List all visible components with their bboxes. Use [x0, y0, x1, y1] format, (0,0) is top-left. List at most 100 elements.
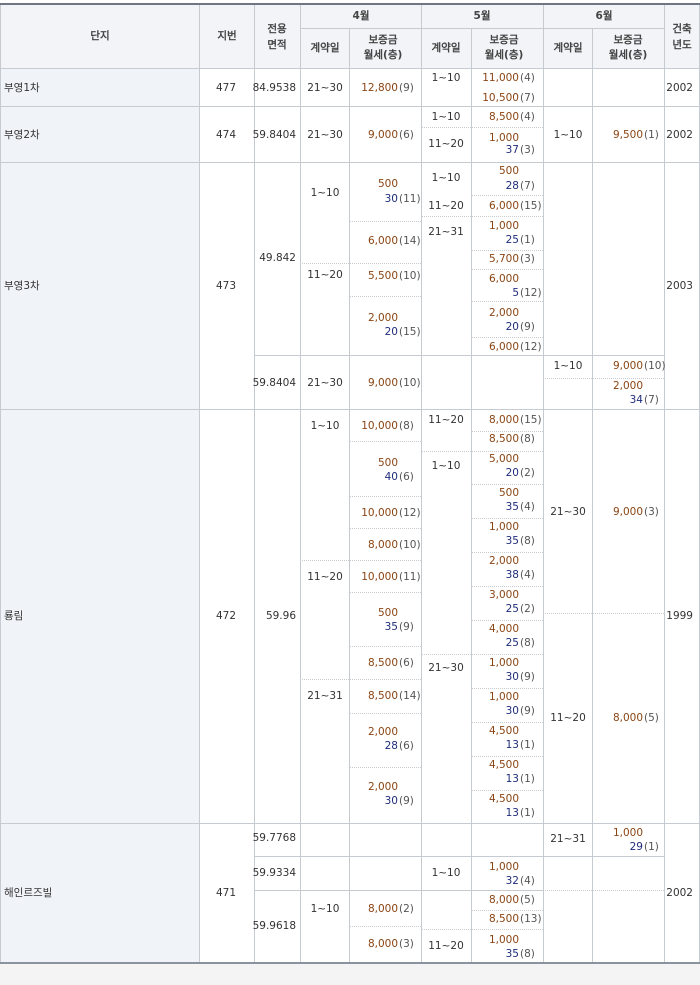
floor-number: (5) — [644, 712, 659, 724]
lot-number: 477 — [215, 82, 236, 94]
build-year: 2002 — [666, 887, 693, 899]
cell-border — [0, 409, 700, 410]
contract-day-range: 1~10 — [431, 172, 461, 184]
cell-border — [349, 926, 421, 927]
cell-border — [471, 688, 543, 689]
lot-number: 471 — [215, 887, 236, 899]
cell-border — [349, 221, 421, 222]
cell-border — [254, 355, 543, 356]
deposit-amount: 9,500 — [612, 129, 643, 141]
deposit-amount: 9,000 — [367, 377, 398, 389]
deposit-amount: 1,000 — [488, 657, 519, 669]
contract-day-range: 11~20 — [307, 269, 343, 281]
deposit-amount: 9,000 — [367, 129, 398, 141]
cell-border — [0, 68, 700, 69]
cell-border — [664, 3, 665, 963]
floor-number: (4) — [520, 569, 535, 581]
deposit-amount: 5,000 — [488, 453, 519, 465]
month-april-header: 4월 — [352, 10, 370, 22]
cell-border — [300, 28, 664, 29]
cell-border — [300, 263, 421, 264]
complex-name: 부영2차 — [4, 129, 40, 141]
cell-border — [543, 378, 664, 379]
lot-number: 473 — [215, 280, 236, 292]
deposit-amount: 2,000 — [367, 726, 398, 738]
deposit-amount: 1,000 — [488, 521, 519, 533]
floor-number: (1) — [520, 773, 535, 785]
cell-border — [349, 713, 421, 714]
monthly-rent: 37 — [505, 144, 519, 156]
contract-day-subheader: 계약일 — [553, 42, 583, 54]
floor-number: (6) — [399, 471, 414, 483]
cell-border — [421, 451, 543, 452]
contract-day-range: 1~10 — [310, 420, 340, 432]
cell-border — [471, 195, 543, 196]
cell-border — [471, 518, 543, 519]
cell-border — [0, 3, 700, 5]
monthly-rent: 20 — [505, 321, 519, 333]
month-june-header: 6월 — [595, 10, 613, 22]
floor-number: (12) — [520, 287, 542, 299]
build-year: 2002 — [666, 82, 693, 94]
cell-border — [421, 3, 422, 963]
floor-number: (10) — [399, 270, 421, 282]
build-year: 1999 — [666, 610, 693, 622]
area-column-header: 면적 — [267, 39, 287, 51]
deposit-amount: 5,500 — [367, 270, 398, 282]
deposit-amount: 12,800 — [361, 82, 398, 94]
monthly-rent-floor-subheader: 월세(층) — [363, 49, 403, 61]
contract-day-subheader: 계약일 — [431, 42, 461, 54]
cell-border — [421, 127, 543, 128]
floor-number: (9) — [399, 82, 414, 94]
cell-border — [471, 756, 543, 757]
cell-border — [0, 823, 700, 824]
monthly-rent: 25 — [505, 234, 519, 246]
deposit-amount: 1,000 — [488, 220, 519, 232]
floor-number: (4) — [520, 72, 535, 84]
floor-number: (1) — [520, 807, 535, 819]
exclusive-area: 59.8404 — [252, 377, 296, 389]
contract-day-range: 11~20 — [428, 414, 464, 426]
floor-number: (8) — [520, 433, 535, 445]
contract-day-range: 21~31 — [307, 690, 343, 702]
contract-day-range: 1~10 — [431, 72, 461, 84]
floor-number: (7) — [520, 180, 535, 192]
floor-number: (11) — [399, 193, 421, 205]
monthly-rent: 35 — [505, 501, 519, 513]
monthly-rent: 25 — [505, 603, 519, 615]
floor-number: (1) — [644, 841, 659, 853]
cell-border — [471, 301, 543, 302]
deposit-amount: 4,500 — [488, 759, 519, 771]
deposit-amount: 8,000 — [367, 903, 398, 915]
contract-day-range: 21~31 — [550, 833, 586, 845]
monthly-rent: 34 — [629, 394, 643, 406]
contract-day-range: 21~30 — [307, 129, 343, 141]
monthly-rent: 20 — [505, 467, 519, 479]
deposit-amount: 6,000 — [488, 200, 519, 212]
cell-border — [471, 910, 543, 911]
deposit-amount: 9,000 — [612, 506, 643, 518]
floor-number: (15) — [520, 414, 542, 426]
contract-day-range: 11~20 — [428, 200, 464, 212]
floor-number: (3) — [644, 506, 659, 518]
deposit-amount: 6,000 — [367, 235, 398, 247]
floor-number: (3) — [520, 144, 535, 156]
lot-column-header: 지번 — [217, 30, 237, 42]
floor-number: (12) — [399, 507, 421, 519]
cell-border — [471, 586, 543, 587]
floor-number: (7) — [644, 394, 659, 406]
deposit-amount: 9,000 — [612, 360, 643, 372]
floor-number: (8) — [399, 420, 414, 432]
cell-border — [421, 216, 543, 217]
deposit-amount: 1,000 — [488, 861, 519, 873]
complex-column-header: 단지 — [90, 30, 110, 42]
monthly-rent: 30 — [505, 705, 519, 717]
cell-border — [421, 654, 543, 655]
monthly-rent: 25 — [505, 637, 519, 649]
deposit-amount: 8,000 — [488, 894, 519, 906]
contract-day-range: 1~10 — [553, 360, 583, 372]
floor-number: (9) — [399, 621, 414, 633]
deposit-amount: 500 — [498, 165, 519, 177]
exclusive-area: 59.96 — [265, 610, 296, 622]
floor-number: (9) — [520, 321, 535, 333]
